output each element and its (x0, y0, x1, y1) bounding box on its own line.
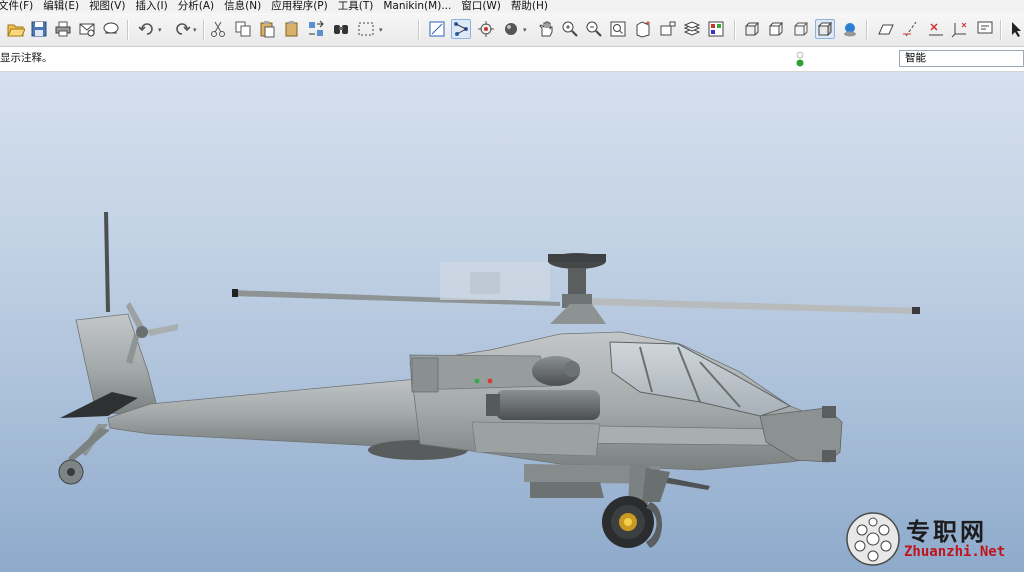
status-light-icon (796, 51, 804, 67)
paste-special-icon[interactable] (282, 19, 302, 39)
email-icon[interactable] (77, 19, 97, 39)
mail-recipient-icon[interactable] (101, 19, 121, 39)
spin-center-icon[interactable] (476, 19, 496, 39)
tail-fin (58, 212, 178, 485)
wireframe-icon[interactable] (742, 19, 762, 39)
menu-window[interactable]: 窗口(W) (456, 0, 506, 13)
menu-help[interactable]: 帮助(H) (506, 0, 553, 13)
menu-file[interactable]: 文件(F) (0, 0, 38, 13)
helicopter-model (58, 212, 920, 548)
select-box-icon[interactable] (356, 19, 376, 39)
open-folder-icon[interactable] (6, 19, 26, 39)
print-icon[interactable] (53, 19, 73, 39)
save-icon[interactable] (29, 19, 49, 39)
sketch-icon[interactable] (427, 19, 447, 39)
message-area: 显示注释。 智能 (0, 47, 1024, 72)
menu-info[interactable]: 信息(N) (219, 0, 266, 13)
menu-insert[interactable]: 插入(I) (130, 0, 172, 13)
main-toolbar: ▾ ▾ ▾ ▾ (0, 13, 1024, 47)
saved-views-icon[interactable] (658, 19, 678, 39)
shading-icon[interactable] (815, 19, 835, 39)
datum-point-icon[interactable] (926, 19, 946, 39)
paste-icon[interactable] (257, 19, 277, 39)
menu-bar: 文件(F) 编辑(E) 视图(V) 插入(I) 分析(A) 信息(N) 应用程序… (0, 0, 1024, 13)
appearance-icon[interactable] (706, 19, 726, 39)
display-style-icon[interactable] (501, 19, 521, 39)
watermark-url-text: Zhuanzhi.Net (904, 544, 1006, 560)
undo-icon[interactable] (137, 19, 157, 39)
watermark-chinese-text: 专职网 (906, 517, 987, 546)
reorient-icon[interactable] (633, 19, 653, 39)
layers-icon[interactable] (682, 19, 702, 39)
watermark: 专职网 Zhuanzhi.Net (842, 508, 1024, 572)
datum-axis-icon[interactable] (901, 19, 921, 39)
datum-icon[interactable] (451, 19, 471, 39)
menu-tools[interactable]: 工具(T) (333, 0, 379, 13)
coordinate-system-icon[interactable] (950, 19, 970, 39)
selection-filter-dropdown[interactable]: 智能 (899, 50, 1024, 67)
menu-manikin[interactable]: Manikin(M)... (378, 0, 456, 13)
model-tree-icon[interactable] (840, 19, 860, 39)
menu-view[interactable]: 视图(V) (84, 0, 130, 13)
main-rotor (232, 253, 920, 324)
find-icon[interactable] (331, 19, 351, 39)
regenerate-icon[interactable] (306, 19, 326, 39)
refit-icon[interactable] (608, 19, 628, 39)
hidden-line-icon[interactable] (766, 19, 786, 39)
zoom-out-icon[interactable] (584, 19, 604, 39)
menu-analysis[interactable]: 分析(A) (173, 0, 219, 13)
zoom-in-icon[interactable] (560, 19, 580, 39)
menu-edit[interactable]: 编辑(E) (38, 0, 84, 13)
annotation-icon[interactable] (975, 19, 995, 39)
cut-icon[interactable] (208, 19, 228, 39)
graphics-viewport[interactable]: 专职网 Zhuanzhi.Net (0, 72, 1024, 572)
status-message: 显示注释。 (0, 52, 53, 64)
menu-applications[interactable]: 应用程序(P) (266, 0, 333, 13)
pan-icon[interactable] (536, 19, 556, 39)
no-hidden-icon[interactable] (791, 19, 811, 39)
fuselage (409, 331, 843, 498)
copy-icon[interactable] (233, 19, 253, 39)
datum-plane-icon[interactable] (876, 19, 896, 39)
select-arrow-icon[interactable] (1008, 19, 1024, 39)
watermark-logo-icon (846, 512, 900, 566)
redo-icon[interactable] (172, 19, 192, 39)
